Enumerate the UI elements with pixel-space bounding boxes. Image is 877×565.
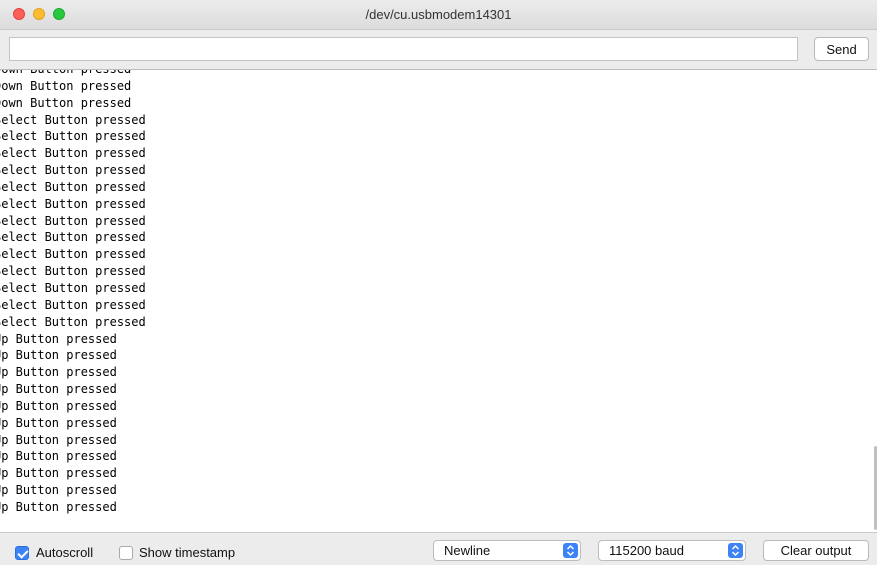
output-line: Up Button pressed xyxy=(0,331,117,346)
output-line: Up Button pressed xyxy=(0,483,117,498)
output-line: Down Button pressed xyxy=(0,70,146,78)
output-line: Select Button pressed xyxy=(0,314,146,329)
output-line: Down Button pressed xyxy=(0,78,132,93)
output-line: Select Button pressed xyxy=(0,129,146,144)
output-line: Select Button pressed xyxy=(0,280,146,295)
output-line: Up Button pressed xyxy=(0,466,117,481)
output-line: Select Button pressed xyxy=(0,179,146,194)
autoscroll-checkbox[interactable] xyxy=(15,546,29,560)
output-line: Up Button pressed xyxy=(0,365,117,380)
output-line: Up Button pressed xyxy=(0,432,117,447)
status-bar: Autoscroll Show timestamp Newline 115200… xyxy=(0,532,877,565)
baud-rate-select[interactable]: 115200 baud xyxy=(598,540,746,561)
output-line: Up Button pressed xyxy=(0,382,117,397)
output-line: Select Button pressed xyxy=(0,112,146,127)
up-down-chevron-icon xyxy=(728,543,743,558)
serial-input-field[interactable] xyxy=(9,37,798,61)
window-title: /dev/cu.usbmodem14301 xyxy=(365,7,512,22)
output-line: Select Button pressed xyxy=(0,230,146,245)
output-line: Down Button pressed xyxy=(0,95,132,110)
output-line: Up Button pressed xyxy=(0,398,117,413)
serial-output-lines: Down Button pressedDown Button pressedDo… xyxy=(0,70,146,516)
send-button[interactable]: Send xyxy=(814,37,869,61)
output-line: Select Button pressed xyxy=(0,163,146,178)
up-down-chevron-icon xyxy=(563,543,578,558)
output-line: Select Button pressed xyxy=(0,247,146,262)
show-timestamp-label[interactable]: Show timestamp xyxy=(139,545,235,560)
output-line: Up Button pressed xyxy=(0,348,117,363)
output-line: Select Button pressed xyxy=(0,146,146,161)
serial-output-area[interactable]: Down Button pressedDown Button pressedDo… xyxy=(0,70,873,532)
output-line: Select Button pressed xyxy=(0,297,146,312)
output-line: Up Button pressed xyxy=(0,449,117,464)
output-line: Up Button pressed xyxy=(0,415,117,430)
autoscroll-label[interactable]: Autoscroll xyxy=(36,545,93,560)
output-line: Select Button pressed xyxy=(0,196,146,211)
output-line: Select Button pressed xyxy=(0,264,146,279)
line-ending-select[interactable]: Newline xyxy=(433,540,581,561)
line-ending-value: Newline xyxy=(444,543,491,558)
output-line: Up Button pressed xyxy=(0,499,117,514)
checkmark-icon xyxy=(17,547,29,559)
clear-output-button[interactable]: Clear output xyxy=(763,540,869,561)
title-bar: /dev/cu.usbmodem14301 xyxy=(0,0,877,30)
show-timestamp-checkbox[interactable] xyxy=(119,546,133,560)
send-bar: Send xyxy=(0,30,877,70)
baud-rate-value: 115200 baud xyxy=(609,543,684,558)
output-line: Select Button pressed xyxy=(0,213,146,228)
